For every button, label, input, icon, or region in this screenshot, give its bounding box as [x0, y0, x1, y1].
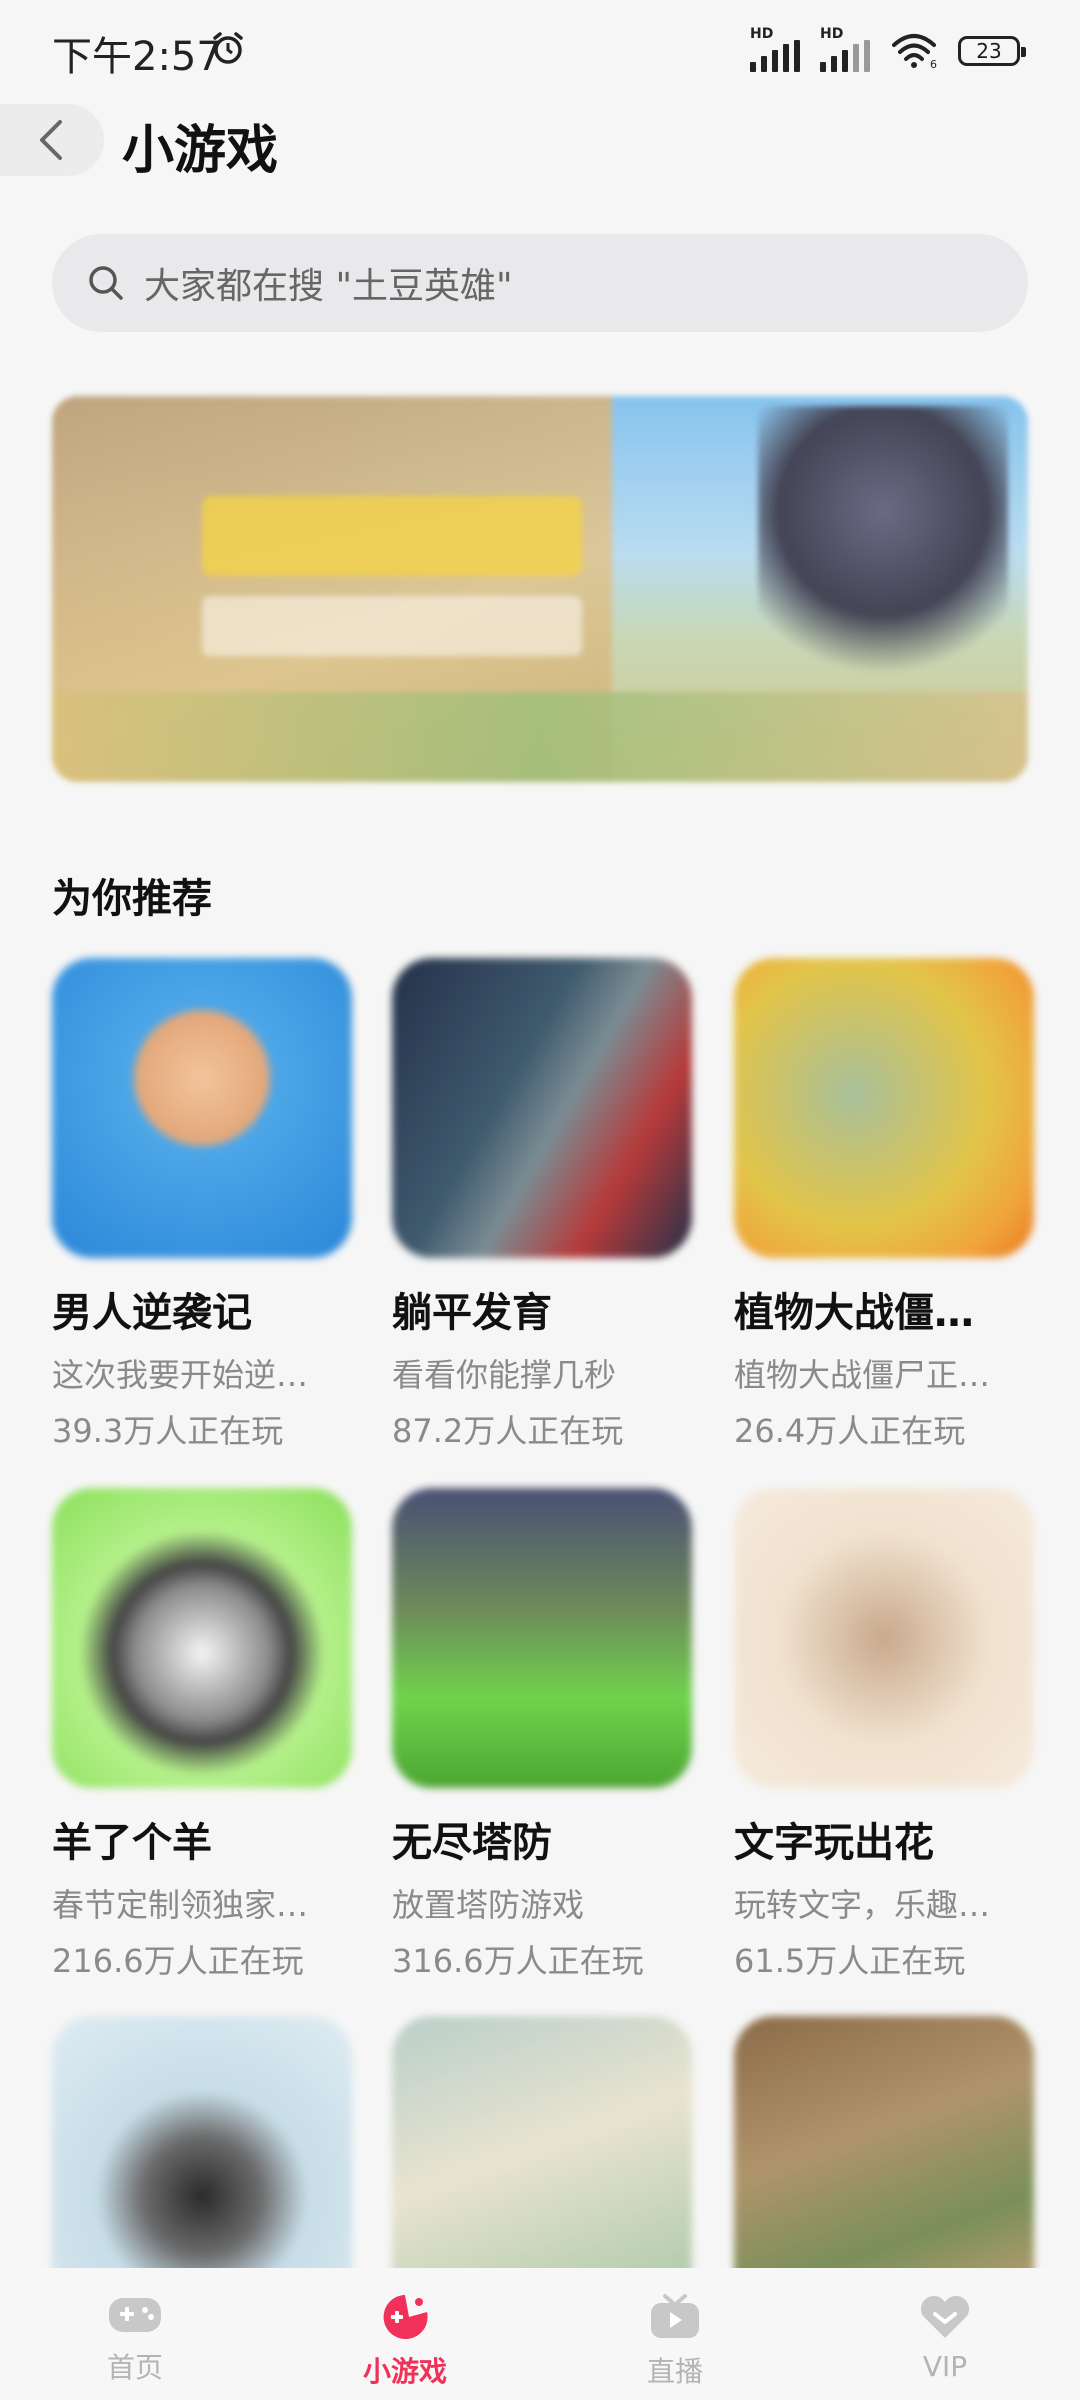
game-name: 文字玩出花	[734, 1820, 934, 1866]
game-description: 春节定制领独家…	[52, 1886, 309, 1924]
chevron-left-icon	[40, 120, 62, 160]
game-players: 61.5万人正在玩	[734, 1942, 966, 1980]
search-placeholder: 大家都在搜 "土豆英雄"	[144, 266, 513, 307]
game-players: 87.2万人正在玩	[392, 1412, 624, 1450]
game-name: 躺平发育	[392, 1290, 552, 1336]
status-time: 下午2:57	[52, 34, 222, 80]
page-title: 小游戏	[122, 121, 279, 181]
bottom-nav: 首页 小游戏 直播 VIP	[0, 2268, 1080, 2400]
search-bar[interactable]: 大家都在搜 "土豆英雄"	[52, 234, 1028, 332]
cell-signal-1-icon: HD	[750, 26, 800, 72]
game-card[interactable]: 植物大战僵… 植物大战僵尸正… 26.4万人正在玩	[734, 958, 1034, 1452]
game-description: 这次我要开始逆…	[52, 1356, 309, 1394]
section-title: 为你推荐	[52, 876, 212, 922]
game-name: 植物大战僵…	[734, 1290, 974, 1336]
vip-heart-icon	[920, 2295, 970, 2338]
nav-item-games[interactable]: 小游戏	[270, 2268, 540, 2400]
game-players: 216.6万人正在玩	[52, 1942, 304, 1980]
game-description: 植物大战僵尸正…	[734, 1356, 991, 1394]
game-description: 看看你能撑几秒	[392, 1356, 617, 1394]
nav-item-vip[interactable]: VIP	[810, 2268, 1080, 2400]
game-face-icon	[383, 2295, 428, 2339]
nav-item-home[interactable]: 首页	[0, 2268, 270, 2400]
nav-label-vip: VIP	[922, 2350, 968, 2383]
nav-item-live[interactable]: 直播	[540, 2268, 810, 2400]
game-card[interactable]: 羊了个羊 春节定制领独家… 216.6万人正在玩	[52, 1488, 352, 1982]
game-thumbnail[interactable]	[52, 958, 352, 1258]
promo-banner[interactable]	[52, 396, 1028, 782]
game-thumbnail[interactable]	[392, 958, 692, 1258]
battery-level: 23	[976, 39, 1002, 63]
game-description: 放置塔防游戏	[392, 1886, 585, 1924]
status-bar: 下午2:57 HD HD 6 23	[0, 0, 1080, 104]
back-button[interactable]	[0, 104, 104, 176]
game-name: 男人逆袭记	[52, 1290, 252, 1336]
game-card[interactable]: 无尽塔防 放置塔防游戏 316.6万人正在玩	[392, 1488, 692, 1982]
game-players: 39.3万人正在玩	[52, 1412, 284, 1450]
battery-icon: 23	[958, 36, 1026, 66]
game-thumbnail[interactable]	[734, 958, 1034, 1258]
game-name: 羊了个羊	[52, 1820, 212, 1866]
cell-signal-2-icon: HD	[820, 26, 870, 72]
wifi-icon: 6	[892, 34, 937, 69]
game-description: 玩转文字，乐趣…	[734, 1886, 991, 1924]
game-thumbnail[interactable]	[734, 1488, 1034, 1788]
game-players: 316.6万人正在玩	[392, 1942, 644, 1980]
alarm-icon	[213, 32, 243, 64]
nav-label-games: 小游戏	[362, 2355, 447, 2388]
game-thumbnail[interactable]	[52, 1488, 352, 1788]
tv-icon	[651, 2294, 699, 2338]
gamepad-icon	[109, 2298, 161, 2332]
game-name: 无尽塔防	[392, 1820, 552, 1866]
svg-text:6: 6	[930, 58, 937, 69]
game-card[interactable]: 躺平发育 看看你能撑几秒 87.2万人正在玩	[392, 958, 692, 1452]
game-players: 26.4万人正在玩	[734, 1412, 966, 1450]
game-thumbnail[interactable]	[392, 1488, 692, 1788]
nav-label-home: 首页	[106, 2351, 163, 2384]
search-icon	[89, 266, 123, 300]
game-card[interactable]: 文字玩出花 玩转文字，乐趣… 61.5万人正在玩	[734, 1488, 1034, 1982]
nav-label-live: 直播	[646, 2355, 703, 2388]
game-card[interactable]: 男人逆袭记 这次我要开始逆… 39.3万人正在玩	[52, 958, 352, 1452]
